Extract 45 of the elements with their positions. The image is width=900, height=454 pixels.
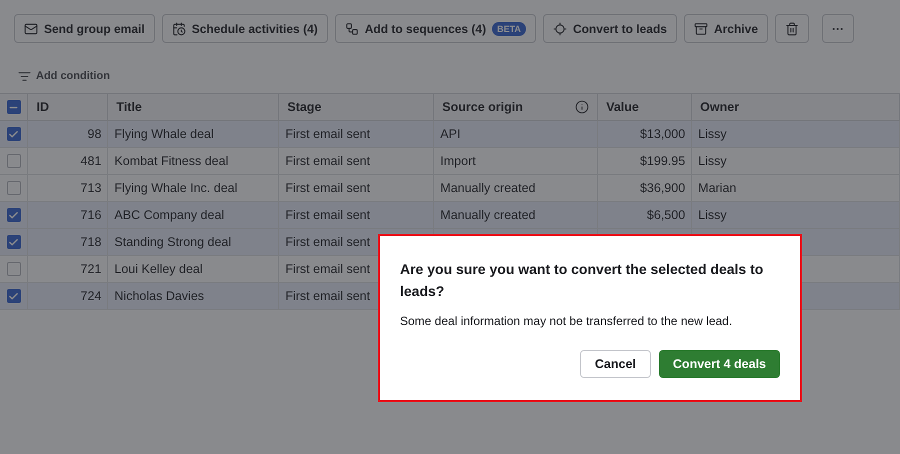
- column-header[interactable]: ID: [28, 94, 108, 120]
- column-header[interactable]: Title: [108, 94, 279, 120]
- sequence-icon: [344, 22, 359, 36]
- convert-button[interactable]: Convert 4 deals: [658, 350, 780, 378]
- check-icon: [8, 236, 20, 248]
- row-checkbox[interactable]: [6, 262, 21, 276]
- table-row[interactable]: 481 Kombat Fitness deal First email sent Import $199.95 Lissy: [0, 148, 900, 174]
- select-all-checkbox[interactable]: [6, 100, 21, 114]
- dialog-message: Some deal information may not be transferred to the new lead.: [400, 314, 734, 328]
- check-icon: [8, 210, 20, 220]
- calendar-icon: [172, 22, 186, 36]
- toolbar-button[interactable]: Send group email: [14, 14, 155, 43]
- column-header[interactable]: Stage: [278, 94, 434, 120]
- cancel-button[interactable]: Cancel: [580, 350, 651, 378]
- add-condition-link[interactable]: Add condition: [36, 70, 110, 82]
- row-checkbox[interactable]: [6, 289, 21, 303]
- toolbar-button[interactable]: Convert to leads: [542, 14, 677, 43]
- toolbar-button[interactable]: Archive: [684, 14, 768, 43]
- more-button[interactable]: ···: [822, 14, 854, 43]
- column-title: Source origin: [442, 100, 523, 114]
- row-checkbox[interactable]: [6, 181, 21, 195]
- toolbar-button[interactable]: Schedule activities (4): [162, 14, 328, 43]
- trash-icon: [785, 22, 799, 36]
- info-icon[interactable]: [575, 100, 590, 114]
- row-checkbox[interactable]: [6, 235, 21, 249]
- beta-badge: BETA: [492, 22, 526, 36]
- table-cell: Nicholas Davies: [108, 282, 279, 310]
- check-icon: [8, 290, 20, 302]
- column-header[interactable]: Owner: [692, 94, 900, 120]
- delete-button[interactable]: [775, 14, 809, 43]
- mail-icon: [24, 22, 38, 36]
- column-header[interactable]: Source origin: [434, 94, 598, 120]
- filter-icon: [18, 70, 31, 82]
- table-row[interactable]: 713 Flying Whale Inc. deal First email sent Manually created $36,900 Marian: [0, 174, 900, 202]
- table-row[interactable]: 716 ABC Company deal First email sent Manually created $6,500 Lissy: [0, 202, 900, 228]
- target-icon: [552, 22, 567, 36]
- archive-icon: [694, 22, 708, 36]
- row-checkbox[interactable]: [6, 208, 21, 222]
- row-checkbox[interactable]: [6, 154, 21, 168]
- table-row[interactable]: 98 Flying Whale deal First email sent API $13,000 Lissy: [0, 120, 900, 148]
- table-cell: 724: [28, 282, 108, 310]
- toolbar-button[interactable]: Add to sequences (4) BETA: [334, 14, 536, 43]
- row-checkbox[interactable]: [6, 127, 21, 141]
- column-header[interactable]: Value: [598, 94, 692, 120]
- check-icon: [8, 128, 20, 140]
